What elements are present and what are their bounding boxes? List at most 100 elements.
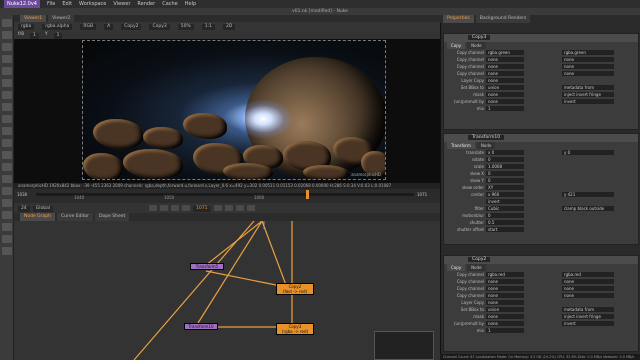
image-tool-icon[interactable]	[2, 19, 12, 27]
knob-value-secondary[interactable]: none	[562, 293, 614, 298]
channel-tool-icon[interactable]	[2, 55, 12, 63]
knob-value-secondary[interactable]: invert	[562, 99, 614, 104]
view-mode-select[interactable]: 2D	[223, 23, 236, 30]
knob-value[interactable]: none	[486, 64, 524, 69]
knob-value-secondary[interactable]: metadata from	[562, 85, 614, 90]
gain-field[interactable]: 1	[29, 32, 39, 39]
tab-copy[interactable]: Copy	[447, 42, 466, 49]
app-name[interactable]: Nuke12.0v4	[4, 0, 40, 8]
particles-tool-icon[interactable]	[2, 163, 12, 171]
tab-properties[interactable]: Properties	[443, 15, 474, 23]
knob-value[interactable]: invert	[486, 199, 524, 204]
first-frame-button[interactable]	[149, 205, 158, 211]
knob-value[interactable]: none	[486, 78, 524, 83]
metadata-tool-icon[interactable]	[2, 151, 12, 159]
knob-value-secondary[interactable]: rgba.green	[562, 50, 614, 55]
knob-value[interactable]: 0	[486, 157, 524, 162]
play-back-button[interactable]	[182, 205, 191, 211]
next-frame-button[interactable]	[224, 205, 233, 211]
tab-node[interactable]: Node	[467, 42, 486, 49]
current-frame-field[interactable]: 1071	[193, 205, 211, 212]
knob-value[interactable]: rgba.green	[486, 50, 524, 55]
knob-value[interactable]: 0	[486, 213, 524, 218]
merge-tool-icon[interactable]	[2, 103, 12, 111]
knob-value[interactable]: Cubic	[486, 206, 524, 211]
knob-value-secondary[interactable]: invert	[562, 321, 614, 326]
colorspace-select[interactable]: RGB	[80, 23, 97, 30]
prev-frame-button[interactable]	[171, 205, 180, 211]
knob-value[interactable]: none	[486, 286, 524, 291]
tab-node[interactable]: Node	[467, 264, 486, 271]
other-tool-icon[interactable]	[2, 187, 12, 195]
knob-value[interactable]: none	[486, 279, 524, 284]
menu-viewer[interactable]: Viewer	[113, 0, 130, 8]
tab-viewer1[interactable]: Viewer1	[20, 15, 47, 22]
knob-value-secondary[interactable]: none	[562, 71, 614, 76]
views-tool-icon[interactable]	[2, 139, 12, 147]
knob-value[interactable]: none	[486, 300, 524, 305]
cryptomatte-tool-icon[interactable]	[2, 247, 12, 255]
knob-value[interactable]: 0	[486, 178, 524, 183]
tab-copy[interactable]: Copy	[447, 264, 466, 271]
knob-value[interactable]: 0	[486, 171, 524, 176]
menu-help[interactable]: Help	[185, 0, 196, 8]
knob-value[interactable]: union	[486, 307, 524, 312]
knob-value[interactable]: none	[486, 92, 524, 97]
knob-value-secondary[interactable]: inject invert fringe	[562, 314, 614, 319]
input-b-select[interactable]: Copy3	[149, 23, 170, 30]
knob-value[interactable]: union	[486, 85, 524, 90]
ratio-select[interactable]: 1:1	[201, 23, 216, 30]
color-tool-icon[interactable]	[2, 67, 12, 75]
menu-render[interactable]: Render	[137, 0, 155, 8]
knob-value[interactable]: start	[486, 227, 524, 232]
tab-curve-editor[interactable]: Curve Editor	[56, 213, 94, 221]
timeline-start[interactable]: 1030	[17, 192, 27, 197]
last-frame-button[interactable]	[246, 205, 255, 211]
knob-value-secondary[interactable]: inject invert fringe	[562, 92, 614, 97]
zoom-select[interactable]: 50%	[177, 23, 194, 30]
knob-value-secondary[interactable]: y 421	[562, 192, 614, 197]
knob-value[interactable]: x 960	[486, 192, 524, 197]
3d-tool-icon[interactable]	[2, 127, 12, 135]
knob-value-secondary[interactable]: none	[562, 57, 614, 62]
cara-tool-icon[interactable]	[2, 199, 12, 207]
nodes-tool-icon[interactable]	[2, 235, 12, 243]
knob-value[interactable]: x 0	[486, 150, 524, 155]
knob-value[interactable]: none	[486, 57, 524, 62]
gamma-field[interactable]: 1	[53, 32, 63, 39]
panel-title[interactable]: Transform10	[468, 135, 505, 140]
timeline[interactable]: 1030 1071 1040 1050 1060	[14, 189, 440, 203]
tab-background-renders[interactable]: Background Renders	[475, 15, 531, 23]
tab-node[interactable]: Node	[476, 142, 496, 149]
knob-value-secondary[interactable]: clamp black outside	[562, 206, 614, 211]
transform10-node[interactable]: Transform10	[184, 323, 218, 330]
knob-value-secondary[interactable]: none	[562, 64, 614, 69]
knob-value[interactable]: 1.0008	[486, 164, 524, 169]
channels-select[interactable]: rgba	[18, 23, 35, 30]
tab-viewer2[interactable]: Viewer2	[48, 15, 75, 22]
tab-dope-sheet[interactable]: Dope Sheet	[95, 213, 130, 221]
filter-tool-icon[interactable]	[2, 79, 12, 87]
node-graph-canvas[interactable]: Transform5 Copy2 (fwd -> red) Transform1…	[14, 221, 440, 360]
layer-select[interactable]: rgba.alpha	[42, 23, 73, 30]
knob-value-secondary[interactable]: y 0	[562, 150, 614, 155]
knob-value[interactable]: none	[486, 321, 524, 326]
knob-value[interactable]: rgba.red	[486, 272, 524, 277]
draw-tool-icon[interactable]	[2, 31, 12, 39]
fps-field[interactable]: 24	[18, 205, 30, 212]
toolsets-tool-icon[interactable]	[2, 175, 12, 183]
knob-value-secondary[interactable]: rgba.red	[562, 272, 614, 277]
knob-value-secondary[interactable]: none	[562, 279, 614, 284]
copy3-node[interactable]: Copy3 (rgba -> red)	[276, 323, 314, 335]
furnace-tool-icon[interactable]	[2, 211, 12, 219]
transform5-node[interactable]: Transform5	[190, 263, 224, 270]
menu-workspace[interactable]: Workspace	[79, 0, 106, 8]
playhead[interactable]	[306, 190, 309, 199]
timeline-end[interactable]: 1071	[417, 192, 427, 197]
menu-file[interactable]: File	[47, 0, 55, 8]
panel-title[interactable]: Copy2	[468, 257, 491, 262]
menu-edit[interactable]: Edit	[62, 0, 72, 8]
knob-value-secondary[interactable]: none	[562, 286, 614, 291]
input-a-select[interactable]: Copy2	[121, 23, 142, 30]
knob-value[interactable]: none	[486, 293, 524, 298]
